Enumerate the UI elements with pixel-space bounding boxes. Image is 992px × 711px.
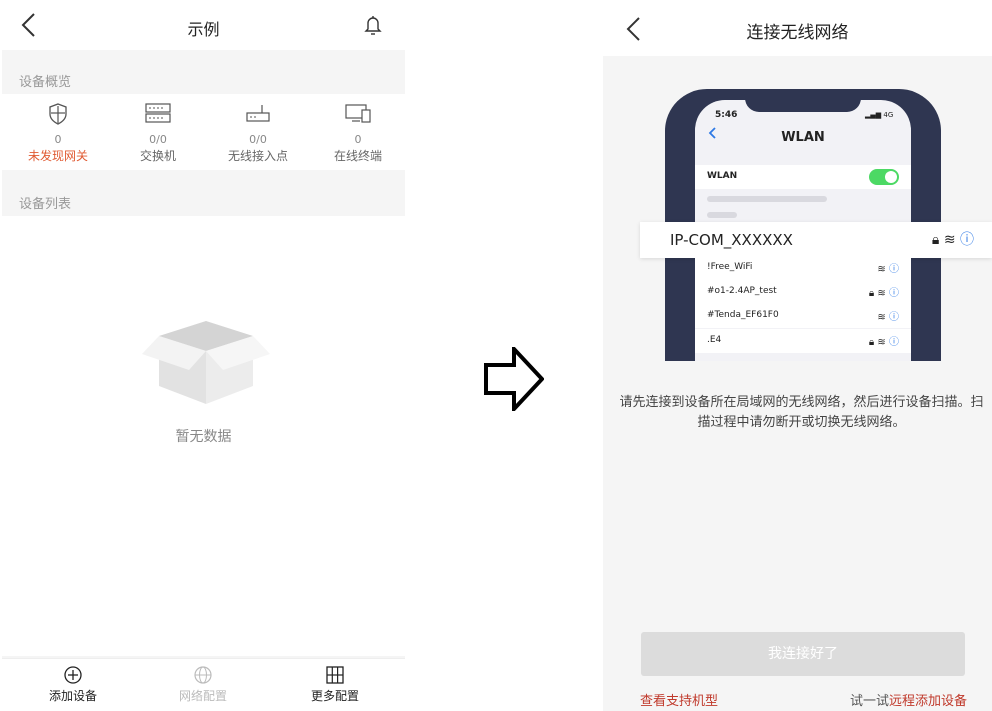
mock-wlan-label: WLAN bbox=[707, 171, 738, 181]
blurred-text bbox=[707, 196, 827, 202]
overview-count: 0/0 bbox=[149, 133, 167, 146]
overview-label: 在线终端 bbox=[333, 149, 382, 163]
signal-icon: ▂▄▆ bbox=[865, 111, 884, 119]
page-title: 连接无线网络 bbox=[746, 23, 849, 43]
remote-prefix: 试一试 bbox=[849, 694, 889, 709]
tab-bar: 添加设备 网络配置 更多配置 bbox=[2, 658, 405, 711]
overview-count: 0 bbox=[54, 133, 62, 146]
globe-icon bbox=[194, 666, 212, 684]
remote-add-wrap: 试一试远程添加设备 bbox=[850, 690, 967, 709]
overview-access-point[interactable]: 0/0 无线接入点 bbox=[208, 94, 308, 170]
highlighted-network-row: IP-COM_XXXXXX 🔒︎ ≋ ⓘ bbox=[640, 222, 992, 258]
supported-models-link[interactable]: 查看支持机型 bbox=[640, 690, 718, 709]
overview-count: 0 bbox=[354, 133, 362, 146]
lock-icon: 🔒︎ bbox=[931, 232, 940, 248]
phone-notch bbox=[745, 90, 861, 112]
mock-network-name: !Free_WiFi bbox=[707, 262, 753, 272]
overview-gateway[interactable]: 0 未发现网关 bbox=[8, 94, 108, 170]
mock-network-row: #o1-2.4AP_test 🔒︎ ≋ ⓘ bbox=[695, 280, 911, 304]
mock-network-name: .E4 bbox=[707, 335, 722, 345]
highlighted-network-name: IP-COM_XXXXXX bbox=[670, 231, 793, 249]
list-section-title: 设备列表 bbox=[19, 197, 72, 212]
info-icon: ⓘ bbox=[889, 312, 899, 323]
lock-icon: 🔒︎ bbox=[868, 288, 875, 299]
info-icon: ⓘ bbox=[889, 337, 899, 348]
instruction-text: 请先连接到设备所在局域网的无线网络，然后进行设备扫描。扫描过程中请勿断开或切换无… bbox=[619, 395, 984, 430]
mock-wlan-toggle-row: WLAN bbox=[695, 165, 911, 189]
info-icon: ⓘ bbox=[960, 232, 974, 248]
tab-network-config[interactable]: 网络配置 bbox=[153, 665, 253, 704]
wifi-icon: ≋ bbox=[877, 337, 886, 348]
overview-count: 0/0 bbox=[249, 133, 267, 146]
connected-button[interactable]: 我连接好了 bbox=[641, 632, 965, 676]
blurred-text bbox=[707, 212, 737, 218]
access-point-icon bbox=[246, 105, 270, 122]
switch-icon bbox=[145, 103, 171, 123]
bell-icon[interactable] bbox=[363, 14, 383, 36]
overview-label: 无线接入点 bbox=[227, 149, 288, 163]
right-screen: 连接无线网络 5:46 ▂▄▆ 4G WLAN WLAN IP-COM_XXXX… bbox=[603, 0, 992, 711]
device-overview: 0 未发现网关 0/0 交换机 0/0 无线接入点 0 在线终端 bbox=[2, 94, 405, 170]
page-title: 示例 bbox=[187, 20, 220, 39]
left-screen: 示例 设备概览 0 未发现网关 0/0 交换机 0/0 无线接入点 0 在线终端… bbox=[2, 0, 405, 711]
nav-bar: 连接无线网络 bbox=[603, 0, 992, 56]
shield-icon bbox=[49, 103, 67, 125]
tab-label: 更多配置 bbox=[310, 689, 359, 703]
terminal-icon bbox=[345, 104, 371, 123]
overview-switch[interactable]: 0/0 交换机 bbox=[108, 94, 208, 170]
lock-icon: 🔒︎ bbox=[868, 337, 875, 348]
mock-network-name: #Tenda_EF61F0 bbox=[707, 310, 779, 320]
toggle-icon bbox=[869, 169, 899, 185]
wifi-icon: ≋ bbox=[877, 312, 886, 323]
mock-network-row: .E4 🔒︎ ≋ ⓘ bbox=[695, 329, 911, 353]
add-circle-icon bbox=[64, 666, 82, 684]
arrow-right-icon bbox=[484, 347, 544, 411]
mock-network-type: 4G bbox=[883, 111, 894, 119]
nav-bar: 示例 bbox=[2, 0, 405, 50]
mock-network-name: #o1-2.4AP_test bbox=[707, 286, 777, 296]
tab-add-device[interactable]: 添加设备 bbox=[23, 665, 123, 704]
info-icon: ⓘ bbox=[889, 264, 899, 275]
tab-label: 网络配置 bbox=[178, 689, 227, 703]
info-icon: ⓘ bbox=[889, 288, 899, 299]
overview-section-title: 设备概览 bbox=[19, 75, 72, 90]
tab-more-config[interactable]: 更多配置 bbox=[285, 665, 385, 704]
remote-add-link[interactable]: 远程添加设备 bbox=[889, 694, 967, 709]
mock-status: ▂▄▆ 4G bbox=[865, 111, 893, 119]
overview-terminal[interactable]: 0 在线终端 bbox=[308, 94, 405, 170]
mock-time: 5:46 bbox=[715, 110, 738, 120]
mock-network-row: !Free_WiFi ≋ ⓘ bbox=[695, 256, 911, 280]
mock-header: WLAN bbox=[781, 130, 825, 145]
overview-label: 交换机 bbox=[139, 149, 176, 163]
wifi-icon: ≋ bbox=[877, 288, 886, 299]
tab-label: 添加设备 bbox=[48, 689, 97, 703]
overview-label: 未发现网关 bbox=[27, 149, 88, 163]
empty-text: 暂无数据 bbox=[175, 429, 232, 445]
wifi-icon: ≋ bbox=[877, 264, 886, 275]
device-list: 暂无数据 bbox=[2, 216, 405, 656]
mock-network-row: #Tenda_EF61F0 ≋ ⓘ bbox=[695, 304, 911, 328]
grid-icon bbox=[326, 666, 344, 684]
wifi-icon: ≋ bbox=[943, 232, 956, 248]
empty-box-icon bbox=[142, 321, 270, 404]
